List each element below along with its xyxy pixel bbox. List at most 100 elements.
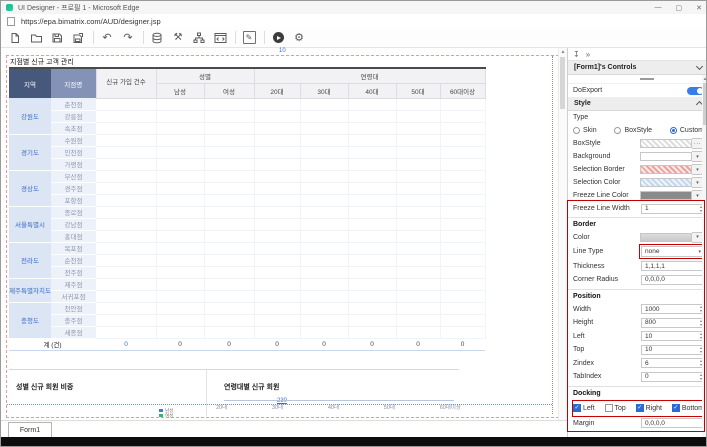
input-height[interactable]: 800▴▾ <box>641 318 704 328</box>
new-file-icon[interactable] <box>7 31 23 45</box>
checkbox-right[interactable]: ✓Right <box>636 404 662 412</box>
input-corner-radius[interactable]: 0,0,0,0 <box>641 275 704 285</box>
data-cell[interactable] <box>440 182 485 194</box>
data-cell[interactable] <box>254 230 300 242</box>
data-cell[interactable] <box>348 158 396 170</box>
data-cell[interactable] <box>96 170 156 182</box>
data-cell[interactable] <box>156 158 204 170</box>
swatch-freeze-line-color[interactable] <box>640 191 692 200</box>
data-cell[interactable] <box>396 266 440 278</box>
radio-skin[interactable]: Skin <box>573 127 597 134</box>
data-cell[interactable] <box>348 314 396 326</box>
input-top[interactable]: 10▴▾ <box>641 345 704 355</box>
data-cell[interactable] <box>348 302 396 314</box>
data-cell[interactable] <box>204 158 254 170</box>
store-cell[interactable]: 순천점 <box>51 254 96 266</box>
data-cell[interactable] <box>440 158 485 170</box>
store-cell[interactable]: 종로점 <box>51 206 96 218</box>
data-cell[interactable] <box>440 122 485 134</box>
data-cell[interactable] <box>156 98 204 110</box>
data-cell[interactable] <box>440 194 485 206</box>
redo-icon[interactable]: ↷ <box>120 31 136 45</box>
data-cell[interactable] <box>254 122 300 134</box>
data-cell[interactable] <box>254 158 300 170</box>
data-cell[interactable] <box>396 122 440 134</box>
save-icon[interactable] <box>49 31 65 45</box>
store-cell[interactable]: 인천점 <box>51 146 96 158</box>
data-cell[interactable] <box>300 278 348 290</box>
settings-icon[interactable]: ⚙ <box>291 31 307 45</box>
undo-icon[interactable]: ↶ <box>99 31 115 45</box>
data-cell[interactable] <box>348 182 396 194</box>
data-cell[interactable] <box>440 326 485 338</box>
input-left[interactable]: 10▴▾ <box>641 331 704 341</box>
data-cell[interactable] <box>204 170 254 182</box>
data-cell[interactable] <box>300 110 348 122</box>
data-cell[interactable] <box>300 266 348 278</box>
data-cell[interactable] <box>300 254 348 266</box>
data-cell[interactable] <box>440 266 485 278</box>
data-cell[interactable] <box>254 242 300 254</box>
data-cell[interactable] <box>440 302 485 314</box>
data-cell[interactable] <box>96 122 156 134</box>
data-cell[interactable] <box>204 182 254 194</box>
data-cell[interactable] <box>156 254 204 266</box>
data-cell[interactable] <box>300 170 348 182</box>
data-cell[interactable] <box>96 146 156 158</box>
data-cell[interactable] <box>156 326 204 338</box>
data-cell[interactable] <box>156 206 204 218</box>
data-cell[interactable] <box>348 146 396 158</box>
data-cell[interactable] <box>204 230 254 242</box>
data-cell[interactable] <box>440 278 485 290</box>
checkbox-top[interactable]: Top <box>605 404 626 412</box>
data-cell[interactable] <box>96 158 156 170</box>
data-cell[interactable] <box>348 170 396 182</box>
scrollbar-thumb[interactable] <box>560 57 565 109</box>
data-cell[interactable] <box>396 170 440 182</box>
store-cell[interactable]: 수원점 <box>51 134 96 146</box>
url-text[interactable]: https://epa.bimatrix.com/AUD/designer.js… <box>21 17 161 26</box>
data-cell[interactable] <box>396 110 440 122</box>
swatch-selection-color[interactable] <box>640 178 692 187</box>
data-cell[interactable] <box>96 98 156 110</box>
data-cell[interactable] <box>254 182 300 194</box>
swatch-selection-border[interactable] <box>640 165 692 174</box>
data-cell[interactable] <box>348 98 396 110</box>
data-cell[interactable] <box>348 326 396 338</box>
data-cell[interactable] <box>396 278 440 290</box>
data-cell[interactable] <box>96 134 156 146</box>
region-cell[interactable]: 경기도 <box>9 134 51 170</box>
chevron-down-icon[interactable] <box>696 63 703 70</box>
input-freeze-line-width[interactable]: 1▴▾ <box>641 204 704 214</box>
data-cell[interactable] <box>204 302 254 314</box>
input-zindex[interactable]: 6▴▾ <box>641 358 704 368</box>
data-cell[interactable] <box>396 326 440 338</box>
region-cell[interactable]: 충청도 <box>9 302 51 338</box>
data-cell[interactable] <box>156 182 204 194</box>
data-cell[interactable] <box>254 110 300 122</box>
data-cell[interactable] <box>204 110 254 122</box>
store-cell[interactable]: 충주점 <box>51 314 96 326</box>
checkbox-bottom[interactable]: ✓Bottom <box>672 404 704 412</box>
data-cell[interactable] <box>300 134 348 146</box>
region-cell[interactable]: 서울특별시 <box>9 206 51 242</box>
data-cell[interactable] <box>156 230 204 242</box>
data-cell[interactable] <box>96 266 156 278</box>
store-cell[interactable]: 강남점 <box>51 218 96 230</box>
data-cell[interactable] <box>440 242 485 254</box>
data-cell[interactable] <box>300 326 348 338</box>
data-cell[interactable] <box>204 314 254 326</box>
data-cell[interactable] <box>440 206 485 218</box>
store-cell[interactable]: 세종점 <box>51 326 96 338</box>
data-cell[interactable] <box>300 230 348 242</box>
data-cell[interactable] <box>96 218 156 230</box>
data-cell[interactable] <box>96 182 156 194</box>
data-cell[interactable] <box>204 266 254 278</box>
input-tabindex[interactable]: 0▴▾ <box>641 372 704 382</box>
edit-icon[interactable]: ✎ <box>241 31 257 45</box>
data-cell[interactable] <box>254 146 300 158</box>
input-width[interactable]: 1000▴▾ <box>641 304 704 314</box>
data-cell[interactable] <box>254 314 300 326</box>
code-window-icon[interactable] <box>212 31 228 45</box>
data-cell[interactable] <box>96 302 156 314</box>
